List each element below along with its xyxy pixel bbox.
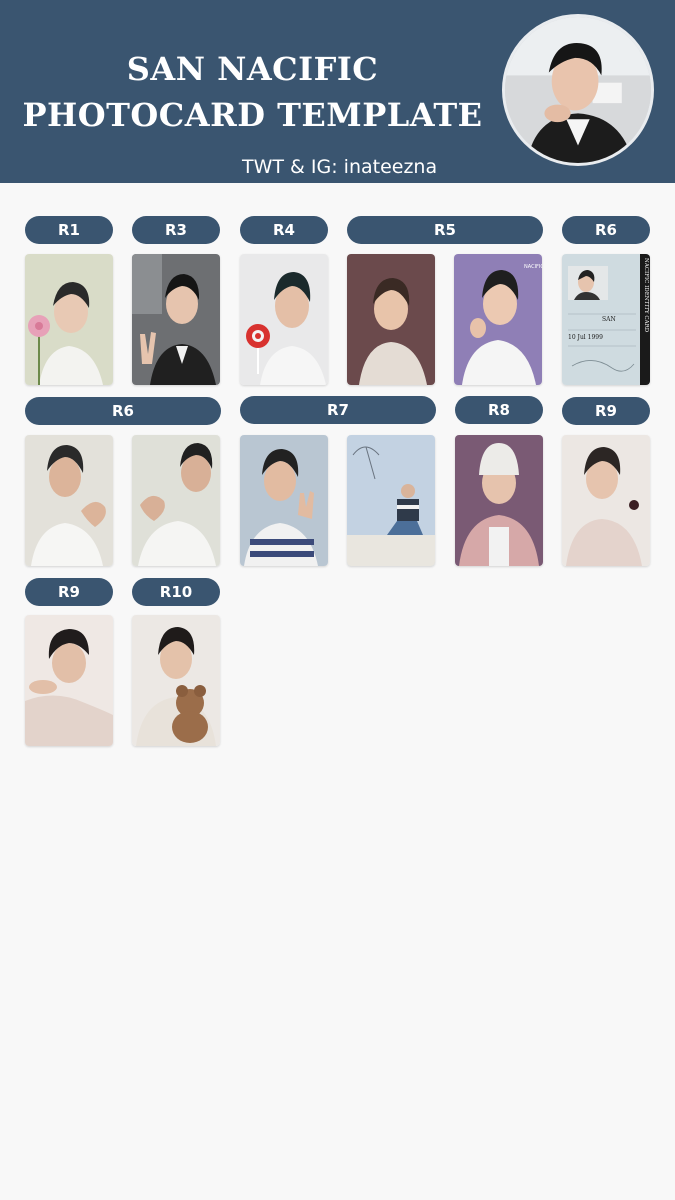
photocard-r6-a <box>25 435 113 566</box>
rarity-label-r9-row3: R9 <box>25 578 113 606</box>
id-card-date: 10 Jul 1999 <box>568 334 603 341</box>
rarity-label-r6: R6 <box>562 216 650 244</box>
photocard-r7-a <box>240 435 328 566</box>
photocard-flower-image <box>25 254 113 385</box>
photocard-r8 <box>455 435 543 566</box>
rarity-label-r9: R9 <box>562 397 650 425</box>
page-title-line-2: PHOTOCARD TEMPLATE <box>22 96 483 134</box>
photocard-r10 <box>132 615 220 746</box>
rarity-label-r6-row2: R6 <box>25 397 221 425</box>
rarity-label-r4: R4 <box>240 216 328 244</box>
profile-photo-icon <box>505 17 651 163</box>
rarity-label-r8: R8 <box>455 396 543 424</box>
rarity-label-r3: R3 <box>132 216 220 244</box>
profile-avatar <box>502 14 654 166</box>
photocard-umbrella-image <box>347 435 435 566</box>
photocard-lollipop-image <box>240 254 328 385</box>
rarity-label-r7: R7 <box>240 396 436 424</box>
photocard-beige-jacket-image <box>562 435 650 566</box>
id-card-heading: NACIFIC IDENTITY CARD <box>643 258 649 333</box>
photocard-r4 <box>240 254 328 385</box>
rarity-label-r1: R1 <box>25 216 113 244</box>
svg-text:NACIFIC: NACIFIC <box>524 264 542 270</box>
photocard-striped-shirt-image <box>240 435 328 566</box>
photocard-r9-b <box>25 615 113 746</box>
photocard-beanie-image <box>455 435 543 566</box>
photocard-heart-hands-image <box>25 435 113 566</box>
social-handle: TWT & IG: inateezna <box>242 156 438 178</box>
photocard-r5-a <box>347 254 435 385</box>
photocard-r1 <box>25 254 113 385</box>
rarity-label-r5: R5 <box>347 216 543 244</box>
photocard-knit-sweater-image <box>347 254 435 385</box>
photocard-r7-b <box>347 435 435 566</box>
photocard-teddy-bear-image <box>132 615 220 746</box>
photocard-heart-hands-image-2 <box>132 435 220 566</box>
photocard-peace-sign-image <box>132 254 220 385</box>
id-card-name: SAN <box>602 316 616 323</box>
rarity-label-r10: R10 <box>132 578 220 606</box>
photocard-r6-b <box>132 435 220 566</box>
page-title-line-1: SAN NACIFIC <box>126 50 379 88</box>
header-banner: SAN NACIFIC PHOTOCARD TEMPLATE TWT & IG:… <box>0 0 675 183</box>
photocard-r9-a <box>562 435 650 566</box>
photocard-purple-bg-image: NACIFIC <box>454 254 542 385</box>
photocard-r6-id-card: SAN 10 Jul 1999 NACIFIC IDENTITY CARD <box>562 254 650 385</box>
photocard-r5-b: NACIFIC <box>454 254 542 385</box>
photocard-lying-down-image <box>25 615 113 746</box>
photocard-r3 <box>132 254 220 385</box>
